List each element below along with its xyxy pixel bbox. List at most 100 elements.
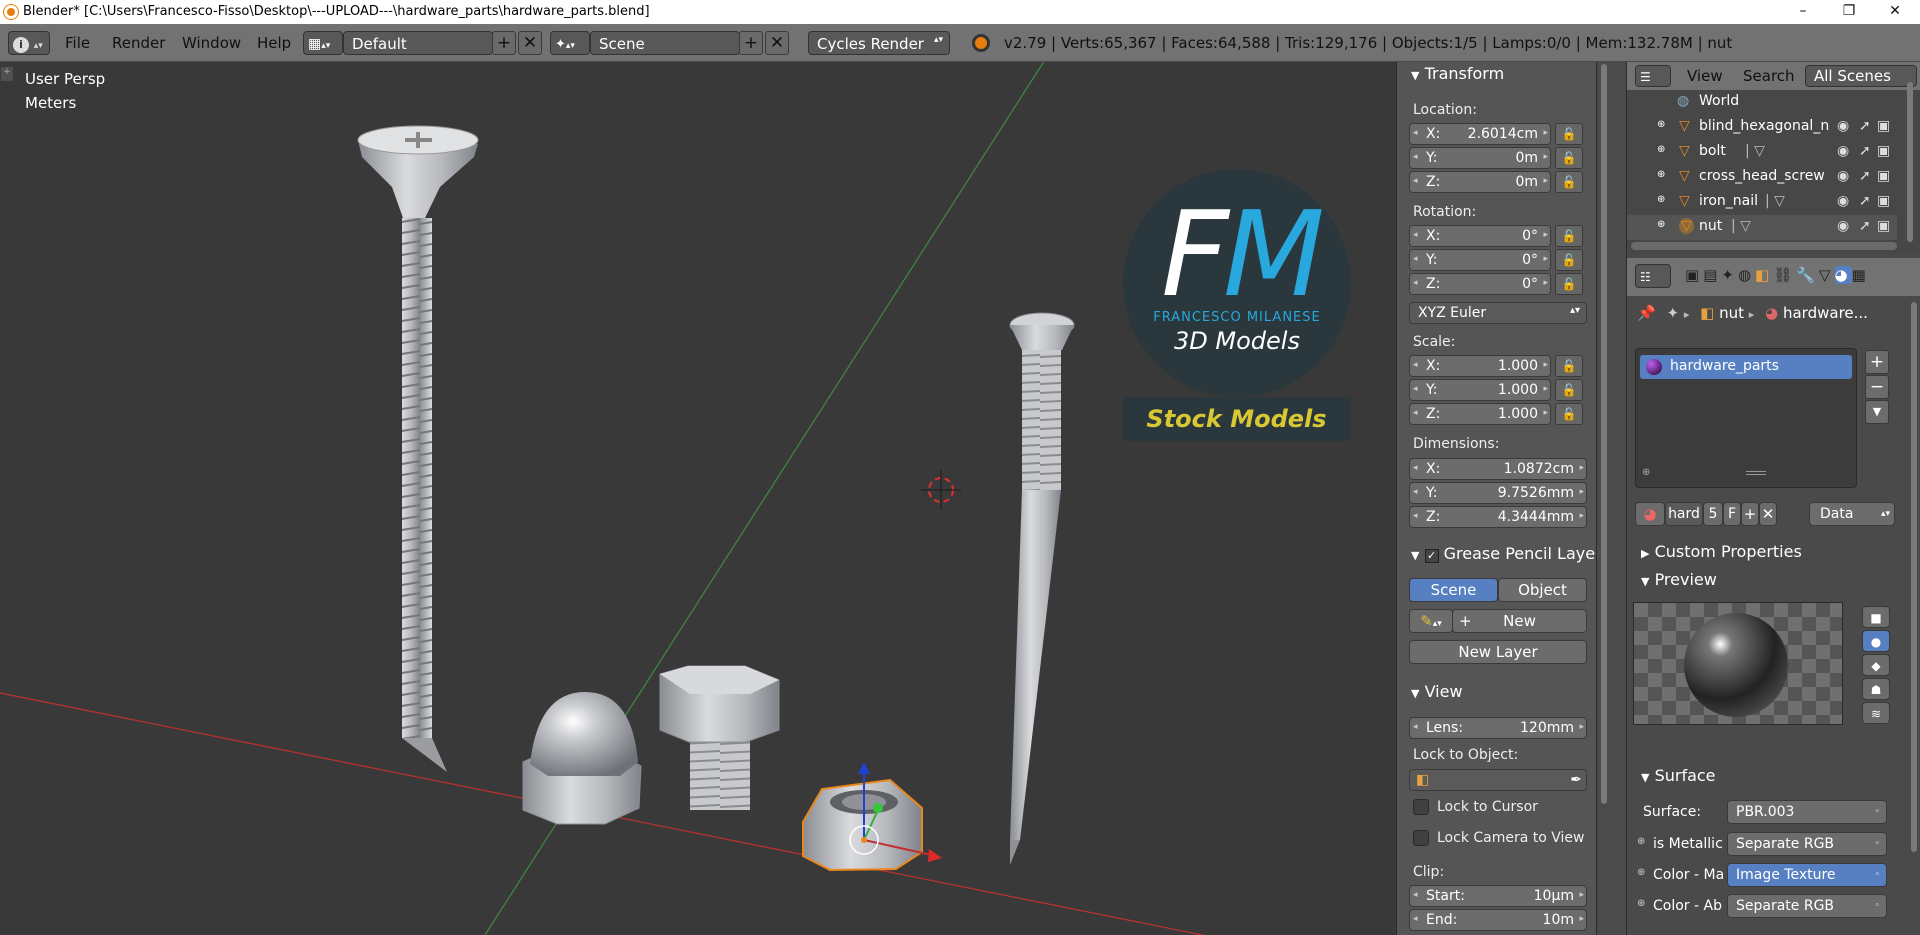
rotation-x-field[interactable]: ◂ X: 0° ▸ [1409, 225, 1551, 247]
visibility-eye-icon[interactable]: ◉ [1837, 218, 1849, 234]
properties-editor-scrollbar[interactable] [1911, 302, 1917, 852]
preview-sphere-button[interactable]: ● [1862, 630, 1890, 652]
layout-name-field[interactable]: Default [343, 31, 493, 55]
grease-pencil-new-button[interactable]: + New [1452, 609, 1587, 633]
add-material-slot-button[interactable]: + [1865, 350, 1889, 374]
maximize-button[interactable]: ❐ [1826, 0, 1872, 24]
outliner-filter-dropdown[interactable]: All Scenes [1805, 65, 1917, 87]
resize-handle-icon[interactable]: ⊕ [1642, 467, 1650, 478]
expand-input-icon[interactable]: ⊕ [1637, 836, 1645, 847]
lock-scale-z-button[interactable]: 🔓 [1555, 403, 1583, 425]
grease-pencil-object-tab[interactable]: Object [1498, 578, 1587, 602]
view-panel-header[interactable]: ▼ View [1411, 682, 1463, 701]
menu-help[interactable]: Help [257, 34, 291, 52]
lock-rotation-z-button[interactable]: 🔓 [1555, 273, 1583, 295]
outliner-row-bolt[interactable]: ⊕ ▽ bolt | ▽ ◉ ➚ ▣ [1627, 140, 1897, 165]
lock-location-x-button[interactable]: 🔓 [1555, 123, 1583, 145]
outliner-editor-type-button[interactable]: ☰ [1635, 65, 1671, 87]
location-y-field[interactable]: ◂ Y: 0m ▸ [1409, 147, 1551, 169]
outliner-view-menu[interactable]: View [1687, 67, 1723, 85]
location-x-field[interactable]: ◂ X: 2.6014cm ▸ [1409, 123, 1551, 145]
material-name-field[interactable]: hard [1665, 502, 1703, 526]
surface-header[interactable]: ▼ Surface [1641, 766, 1716, 785]
transform-panel-header[interactable]: ▼ Transform [1411, 64, 1504, 83]
preview-hair-button[interactable]: ≋ [1862, 702, 1890, 724]
preview-header[interactable]: ▼ Preview [1641, 570, 1717, 589]
scene-name-field[interactable]: Scene [590, 31, 740, 55]
layout-selector-button[interactable]: ▦▴▾ [303, 31, 343, 55]
lock-location-y-button[interactable]: 🔓 [1555, 147, 1583, 169]
new-material-button[interactable]: + [1741, 502, 1759, 526]
delete-layout-button[interactable]: ✕ [518, 31, 542, 55]
input-is-metallic-node[interactable]: Separate RGB ◦ [1727, 832, 1887, 856]
rotation-y-field[interactable]: ◂ Y: 0° ▸ [1409, 249, 1551, 271]
preview-monkey-button[interactable]: ☗ [1862, 678, 1890, 700]
grease-pencil-source-dropdown[interactable]: ✎▴▾ [1409, 609, 1453, 633]
rotation-z-field[interactable]: ◂ Z: 0° ▸ [1409, 273, 1551, 295]
scene-selector-button[interactable]: ✦▴▾ [550, 31, 590, 55]
expand-input-icon[interactable]: ⊕ [1637, 898, 1645, 909]
grease-pencil-scene-tab[interactable]: Scene [1409, 578, 1498, 602]
outliner-search-menu[interactable]: Search [1743, 67, 1795, 85]
pin-icon[interactable]: 📌 [1637, 304, 1656, 322]
close-button[interactable]: ✕ [1872, 0, 1918, 24]
browse-material-button[interactable]: ◕ [1635, 502, 1665, 526]
dimension-x-field[interactable]: ◂ X: 1.0872cm ▸ [1409, 458, 1587, 480]
material-specials-button[interactable]: ▼ [1865, 400, 1889, 424]
scale-y-field[interactable]: ◂ Y: 1.000 ▸ [1409, 379, 1551, 401]
lock-rotation-x-button[interactable]: 🔓 [1555, 225, 1583, 247]
selectable-arrow-icon[interactable]: ➚ [1859, 218, 1871, 234]
grease-pencil-checkbox[interactable]: ✓ [1424, 549, 1439, 563]
rotation-mode-dropdown[interactable]: XYZ Euler ▴▾ [1409, 302, 1587, 324]
outliner-vertical-scrollbar[interactable] [1907, 82, 1913, 242]
lock-rotation-y-button[interactable]: 🔓 [1555, 249, 1583, 271]
properties-scrollbar[interactable] [1601, 64, 1607, 804]
selectable-arrow-icon[interactable]: ➚ [1859, 168, 1871, 184]
preview-flat-button[interactable]: ■ [1862, 606, 1890, 628]
visibility-eye-icon[interactable]: ◉ [1837, 118, 1849, 134]
render-camera-icon[interactable]: ▣ [1877, 143, 1890, 159]
dimension-z-field[interactable]: ◂ Z: 4.3444mm ▸ [1409, 506, 1587, 528]
visibility-eye-icon[interactable]: ◉ [1837, 193, 1849, 209]
delete-scene-button[interactable]: ✕ [765, 31, 789, 55]
lock-location-z-button[interactable]: 🔓 [1555, 171, 1583, 193]
location-z-field[interactable]: ◂ Z: 0m ▸ [1409, 171, 1551, 193]
menu-render[interactable]: Render [112, 34, 165, 52]
preview-cube-button[interactable]: ◆ [1862, 654, 1890, 676]
visibility-eye-icon[interactable]: ◉ [1837, 143, 1849, 159]
expand-input-icon[interactable]: ⊕ [1637, 867, 1645, 878]
outliner-row-iron-nail[interactable]: ⊕ ▽ iron_nail | ▽ ◉ ➚ ▣ [1627, 190, 1897, 215]
fake-user-button[interactable]: F [1723, 502, 1741, 526]
render-camera-icon[interactable]: ▣ [1877, 193, 1890, 209]
unlink-material-button[interactable]: ✕ [1759, 502, 1777, 526]
render-engine-dropdown[interactable]: Cycles Render ▴▾ [808, 31, 950, 55]
lock-scale-x-button[interactable]: 🔓 [1555, 355, 1583, 377]
selectable-arrow-icon[interactable]: ➚ [1859, 118, 1871, 134]
lock-to-object-field[interactable]: ◧ ✒ [1409, 769, 1587, 791]
outliner-row-blind-hexagonal-nut[interactable]: ⊕▽blind_hexagonal_nut◉➚▣ [1627, 115, 1897, 140]
properties-editor-type-button[interactable]: ☷ [1635, 264, 1671, 288]
add-scene-button[interactable]: + [739, 31, 763, 55]
lock-camera-checkbox[interactable] [1413, 830, 1429, 846]
3d-viewport[interactable]: User Persp Meters + FM FRANCESCO MILANES… [0, 62, 1396, 935]
input-color-ma-node[interactable]: Image Texture ◦ [1727, 863, 1887, 887]
clip-start-field[interactable]: ◂ Start: 10µm ▸ [1409, 885, 1587, 907]
visibility-eye-icon[interactable]: ◉ [1837, 168, 1849, 184]
toolshelf-toggle[interactable]: + [1, 67, 13, 81]
grease-pencil-new-layer-button[interactable]: New Layer [1409, 640, 1587, 664]
selectable-arrow-icon[interactable]: ➚ [1859, 143, 1871, 159]
outliner-row-world[interactable]: ◍ World [1627, 90, 1897, 115]
clip-end-field[interactable]: ◂ End: 10m ▸ [1409, 909, 1587, 931]
scale-x-field[interactable]: ◂ X: 1.000 ▸ [1409, 355, 1551, 377]
input-color-ab-node[interactable]: Separate RGB ◦ [1727, 894, 1887, 918]
material-users-count[interactable]: 5 [1703, 502, 1723, 526]
material-slot-row[interactable]: hardware_parts [1640, 355, 1852, 379]
add-layout-button[interactable]: + [492, 31, 516, 55]
outliner-row-nut[interactable]: ⊕ ▽ nut | ▽ ◉ ➚ ▣ [1627, 215, 1897, 240]
scale-z-field[interactable]: ◂ Z: 1.000 ▸ [1409, 403, 1551, 425]
remove-material-slot-button[interactable]: − [1865, 375, 1889, 399]
grease-pencil-panel-header[interactable]: ▼ ✓ Grease Pencil Layer [1411, 544, 1597, 563]
render-camera-icon[interactable]: ▣ [1877, 168, 1890, 184]
outliner-row-cross-head-screw[interactable]: ⊕ ▽ cross_head_screw ◉ ➚ ▣ [1627, 165, 1897, 190]
surface-shader-dropdown[interactable]: PBR.003 ◦ [1727, 800, 1887, 824]
